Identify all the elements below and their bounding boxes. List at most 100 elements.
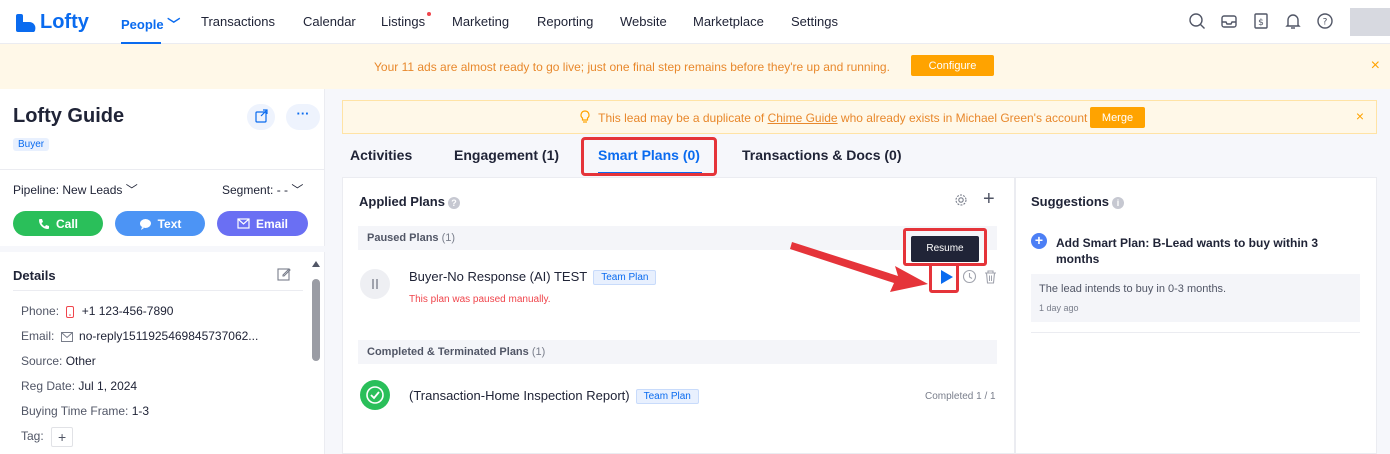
nav-people[interactable]: People ﹀	[121, 14, 180, 33]
duplicate-lead-link[interactable]: Chime Guide	[768, 111, 838, 125]
pipeline-select[interactable]: Pipeline: New Leads ﹀	[13, 181, 138, 198]
applied-plans-label: Applied Plans	[359, 194, 445, 209]
search-icon[interactable]	[1188, 12, 1206, 30]
divider	[13, 290, 303, 291]
detail-label: Buying Time Frame:	[21, 404, 129, 418]
paused-plan-row[interactable]: Buyer-No Response (AI) TEST Team Plan	[409, 269, 657, 286]
chevron-down-icon: ﹀	[167, 17, 181, 32]
highlight-box	[581, 137, 717, 176]
applied-plans-title: Applied Plans?	[359, 194, 460, 209]
detail-label: Tag:	[21, 429, 44, 444]
detail-label: Email:	[21, 329, 55, 343]
detail-reg-date: Reg Date: Jul 1, 2024	[21, 379, 137, 393]
check-icon	[366, 386, 384, 404]
suggestion-timestamp: 1 day ago	[1039, 303, 1079, 313]
suggestion-detail: The lead intends to buy in 0-3 months. 1…	[1031, 274, 1360, 322]
merge-button[interactable]: Merge	[1090, 107, 1145, 128]
email-button[interactable]: Email	[217, 211, 308, 236]
user-avatar[interactable]	[1350, 8, 1390, 36]
notification-dot	[427, 12, 432, 16]
phone-value[interactable]: +1 123-456-7890	[82, 304, 174, 318]
duplicate-suffix: who already exists in Michael Green's ac…	[837, 111, 1088, 125]
lightbulb-icon	[580, 110, 590, 123]
close-icon[interactable]: ×	[1356, 108, 1364, 124]
mobile-phone-icon	[66, 305, 75, 318]
divider	[0, 169, 325, 170]
info-icon[interactable]: i	[1112, 196, 1125, 209]
call-button[interactable]: Call	[13, 211, 103, 236]
duplicate-prefix: This lead may be a duplicate of	[598, 111, 768, 125]
edit-icon[interactable]	[277, 267, 291, 281]
completed-status: Completed 1 / 1	[925, 391, 996, 402]
announcement-text: Your 11 ads are almost ready to go live;…	[374, 60, 890, 74]
help-icon[interactable]: ?	[1316, 12, 1334, 30]
completed-plans-label: Completed & Terminated Plans (1)	[367, 346, 545, 358]
phone-icon	[38, 218, 49, 229]
close-icon[interactable]: ×	[1371, 57, 1380, 75]
nav-listings[interactable]: Listings	[381, 12, 432, 29]
nav-calendar[interactable]: Calendar	[303, 14, 356, 29]
billing-icon[interactable]: $	[1252, 12, 1270, 30]
configure-button[interactable]: Configure	[911, 55, 994, 76]
email-value[interactable]: no-reply1511925469845737062...	[79, 329, 258, 343]
segment-select[interactable]: Segment: - - ﹀	[222, 181, 303, 198]
logo-text: Lofty	[40, 11, 89, 33]
plan-name[interactable]: (Transaction-Home Inspection Report)	[409, 388, 630, 403]
inbox-icon[interactable]	[1220, 12, 1238, 30]
suggestions-title: Suggestions i	[1031, 194, 1125, 209]
add-suggestion-button[interactable]: +	[1031, 233, 1047, 249]
nav-marketplace[interactable]: Marketplace	[693, 14, 764, 29]
mail-icon	[60, 331, 73, 342]
detail-label: Reg Date:	[21, 379, 76, 393]
nav-label: People	[121, 17, 164, 32]
tab-engagement[interactable]: Engagement (1)	[454, 147, 559, 163]
text-button[interactable]: Text	[115, 211, 205, 236]
gear-icon[interactable]	[954, 193, 968, 207]
plan-name[interactable]: Buyer-No Response (AI) TEST	[409, 269, 587, 284]
text-label: Text	[157, 216, 182, 231]
detail-phone: Phone: +1 123-456-7890	[21, 304, 173, 318]
svg-text:?: ?	[1323, 18, 1328, 28]
chat-icon	[139, 218, 151, 230]
pause-icon	[360, 269, 390, 299]
details-heading: Details	[13, 268, 56, 283]
section-title: Completed & Terminated Plans	[367, 346, 529, 358]
lead-name: Lofty Guide	[13, 105, 125, 127]
detail-email: Email: no-reply1511925469845737062...	[21, 329, 258, 343]
scroll-up-arrow[interactable]	[312, 261, 320, 267]
lofty-logo[interactable]: Lofty	[16, 11, 89, 34]
lead-type-badge: Buyer	[13, 138, 50, 151]
info-icon[interactable]: ?	[447, 196, 460, 209]
section-count: (1)	[441, 232, 456, 244]
detail-label: Source:	[21, 354, 63, 368]
history-icon[interactable]	[962, 269, 977, 284]
bell-icon[interactable]	[1284, 12, 1302, 30]
add-tag-button[interactable]: +	[51, 427, 74, 447]
section-title: Paused Plans	[367, 232, 439, 244]
suggestion-title[interactable]: Add Smart Plan: B-Lead wants to buy with…	[1056, 235, 1336, 267]
applied-plans-card	[342, 177, 1015, 454]
lofty-logo-icon	[16, 13, 36, 32]
nav-settings[interactable]: Settings	[791, 14, 838, 29]
nav-website[interactable]: Website	[620, 14, 667, 29]
paused-plans-label: Paused Plans (1)	[367, 232, 455, 244]
duplicate-warning-bar: This lead may be a duplicate of Chime Gu…	[342, 100, 1377, 134]
scrollbar-thumb[interactable]	[312, 279, 320, 361]
trash-icon[interactable]	[983, 269, 998, 284]
detail-source: Source: Other	[21, 354, 96, 368]
annotation-arrow	[790, 242, 928, 292]
duplicate-warning-text: This lead may be a duplicate of Chime Gu…	[579, 110, 1087, 125]
nav-reporting[interactable]: Reporting	[537, 14, 593, 29]
share-button[interactable]	[247, 104, 275, 130]
suggestions-label: Suggestions	[1031, 194, 1110, 209]
nav-marketing[interactable]: Marketing	[452, 14, 509, 29]
tab-transactions-docs[interactable]: Transactions & Docs (0)	[742, 147, 902, 163]
tab-activities[interactable]: Activities	[350, 147, 412, 163]
detail-label: Phone:	[21, 304, 60, 318]
reg-date-value: Jul 1, 2024	[78, 379, 138, 393]
nav-transactions[interactable]: Transactions	[201, 14, 275, 29]
completed-plan-row[interactable]: (Transaction-Home Inspection Report) Team…	[409, 388, 699, 405]
email-label: Email	[255, 216, 288, 231]
more-options-button[interactable]: ···	[286, 104, 320, 130]
add-plan-button[interactable]: +	[983, 188, 995, 211]
